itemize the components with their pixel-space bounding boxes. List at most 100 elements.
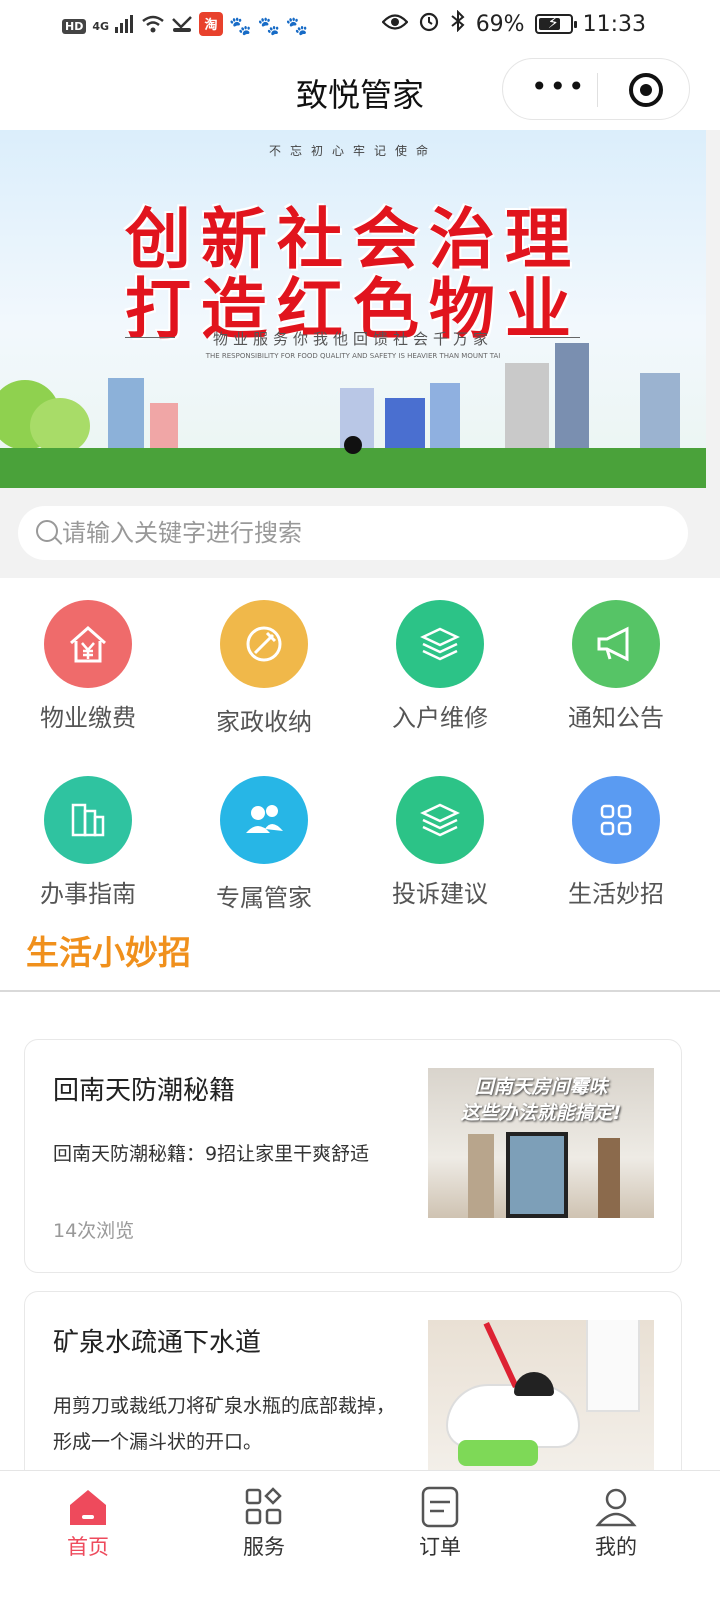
article-views: 14次浏览 bbox=[53, 1220, 135, 1242]
taobao-icon: 淘 bbox=[199, 12, 224, 40]
banner-subtitle: 物业服务你我他回馈社会千万家 bbox=[212, 330, 493, 348]
clock: 11:33 bbox=[582, 11, 646, 37]
status-left: HD 4G 淘 🐾 🐾 🐾 bbox=[62, 12, 308, 40]
service-grid: 物业缴费 家政收纳 入户维修 通知公告 办事指南 专属管家 投诉建议 生活妙招 bbox=[0, 578, 720, 930]
building-illustration bbox=[555, 343, 589, 458]
service-label: 专属管家 bbox=[216, 884, 312, 912]
capsule-divider bbox=[597, 73, 598, 107]
article-card[interactable]: 回南天防潮秘籍 回南天防潮秘籍：9招让家里干爽舒适 14次浏览 回南天房间霉味 … bbox=[24, 1039, 682, 1273]
search-icon bbox=[36, 520, 58, 542]
tab-label: 首页 bbox=[67, 1535, 109, 1559]
people-icon bbox=[220, 776, 308, 864]
service-guide[interactable]: 办事指南 bbox=[0, 754, 176, 930]
bluetooth-icon bbox=[450, 9, 466, 38]
tab-label: 我的 bbox=[595, 1535, 637, 1559]
article-title: 矿泉水疏通下水道 bbox=[53, 1328, 262, 1358]
megaphone-icon bbox=[572, 600, 660, 688]
layers-icon bbox=[396, 776, 484, 864]
tab-home[interactable]: 首页 bbox=[0, 1471, 176, 1571]
tab-services[interactable]: 服务 bbox=[176, 1471, 352, 1571]
more-icon[interactable]: ••• bbox=[531, 73, 587, 101]
eye-icon bbox=[381, 12, 409, 37]
plunger-cup bbox=[514, 1372, 554, 1396]
article-thumbnail: 回南天房间霉味 这些办法就能搞定! bbox=[428, 1068, 654, 1218]
signal-icon bbox=[115, 15, 135, 37]
alarm-icon bbox=[418, 10, 440, 38]
charging-icon: ⚡ bbox=[547, 13, 559, 32]
service-property-fee[interactable]: 物业缴费 bbox=[0, 578, 176, 754]
user-icon bbox=[595, 1488, 637, 1527]
service-life-tips[interactable]: 生活妙招 bbox=[528, 754, 704, 930]
battery-percent: 69% bbox=[475, 11, 525, 37]
search-input[interactable] bbox=[62, 516, 662, 550]
service-butler[interactable]: 专属管家 bbox=[176, 754, 352, 930]
missed-call-icon bbox=[171, 15, 193, 37]
service-label: 投诉建议 bbox=[392, 880, 488, 908]
bottle-illustration bbox=[458, 1440, 538, 1466]
building-illustration bbox=[430, 383, 460, 458]
toilet-illustration bbox=[448, 1386, 578, 1446]
battery-icon: ⚡ bbox=[534, 13, 577, 34]
article-desc: 回南天防潮秘籍：9招让家里干爽舒适 bbox=[53, 1143, 370, 1165]
banner-rule-right bbox=[530, 337, 580, 338]
toilet-tank-illustration bbox=[588, 1320, 638, 1410]
home-icon bbox=[70, 1490, 106, 1525]
building-illustration bbox=[505, 363, 549, 458]
window-illustration bbox=[506, 1132, 568, 1218]
baidu-icon: 🐾 bbox=[229, 15, 252, 37]
banner-top-line: 不忘初心牢记使命 bbox=[268, 144, 437, 158]
service-label: 办事指南 bbox=[40, 880, 136, 908]
order-icon bbox=[421, 1486, 459, 1528]
service-complaint[interactable]: 投诉建议 bbox=[352, 754, 528, 930]
baidu-icon: 🐾 bbox=[257, 15, 280, 37]
building-illustration bbox=[108, 378, 144, 458]
service-label: 入户维修 bbox=[392, 704, 488, 732]
hd-icon: HD bbox=[62, 18, 87, 34]
grid-icon bbox=[572, 776, 660, 864]
baidu-icon: 🐾 bbox=[285, 15, 309, 37]
svg-text:淘: 淘 bbox=[205, 17, 218, 33]
status-right: 69% ⚡ 11:33 bbox=[381, 9, 646, 38]
service-label: 物业缴费 bbox=[40, 704, 136, 732]
section-title: 生活小妙招 bbox=[26, 933, 191, 972]
search-bar[interactable] bbox=[18, 506, 688, 560]
nav-bar: 致悦管家 ••• bbox=[0, 50, 720, 130]
plunger-handle bbox=[483, 1322, 519, 1388]
status-bar: HD 4G 淘 🐾 🐾 🐾 69% ⚡ 11:33 bbox=[0, 0, 720, 50]
close-target-icon[interactable] bbox=[629, 73, 663, 107]
tab-label: 订单 bbox=[419, 1535, 461, 1559]
building-illustration bbox=[640, 373, 680, 458]
service-label: 家政收纳 bbox=[216, 708, 312, 736]
curtain-illustration bbox=[468, 1134, 494, 1218]
article-title: 回南天防潮秘籍 bbox=[53, 1076, 236, 1106]
wifi-icon bbox=[141, 15, 165, 37]
service-home-repair[interactable]: 入户维修 bbox=[352, 578, 528, 754]
service-label: 通知公告 bbox=[568, 704, 664, 732]
yen-house-icon bbox=[44, 600, 132, 688]
banner-carousel[interactable]: 不忘初心牢记使命 创新社会治理 打造红色物业 物业服务你我他回馈社会千万家 TH… bbox=[0, 130, 706, 488]
article-feed: 回南天防潮秘籍 回南天防潮秘籍：9招让家里干爽舒适 14次浏览 回南天房间霉味 … bbox=[0, 992, 720, 1491]
banner-ground bbox=[0, 448, 706, 488]
buildings-icon bbox=[44, 776, 132, 864]
service-label: 生活妙招 bbox=[568, 880, 664, 908]
service-housekeeping[interactable]: 家政收纳 bbox=[176, 578, 352, 754]
article-thumbnail bbox=[428, 1320, 654, 1470]
tree-illustration bbox=[30, 398, 90, 454]
tab-mine[interactable]: 我的 bbox=[528, 1471, 704, 1571]
thumb-caption: 回南天房间霉味 bbox=[474, 1076, 608, 1098]
mini-program-capsule: ••• bbox=[502, 58, 690, 120]
wrench-icon bbox=[220, 600, 308, 688]
tab-label: 服务 bbox=[243, 1535, 285, 1559]
tab-bar: 首页 服务 订单 我的 bbox=[0, 1470, 720, 1600]
shelf-illustration bbox=[598, 1138, 620, 1218]
article-desc: 用剪刀或裁纸刀将矿泉水瓶的底部裁掉，形成一个漏斗状的开口。 bbox=[53, 1395, 396, 1453]
signal-label: 4G bbox=[92, 19, 110, 33]
carousel-indicator[interactable] bbox=[344, 436, 362, 454]
banner-english: THE RESPONSIBILITY FOR FOOD QUALITY AND … bbox=[205, 352, 501, 360]
thumb-caption: 这些办法就能搞定! bbox=[460, 1102, 622, 1124]
tab-orders[interactable]: 订单 bbox=[352, 1471, 528, 1571]
service-notice[interactable]: 通知公告 bbox=[528, 578, 704, 754]
apps-icon bbox=[245, 1487, 282, 1525]
layers-icon bbox=[396, 600, 484, 688]
article-card[interactable]: 矿泉水疏通下水道 用剪刀或裁纸刀将矿泉水瓶的底部裁掉，形成一个漏斗状的开口。 bbox=[24, 1291, 682, 1491]
